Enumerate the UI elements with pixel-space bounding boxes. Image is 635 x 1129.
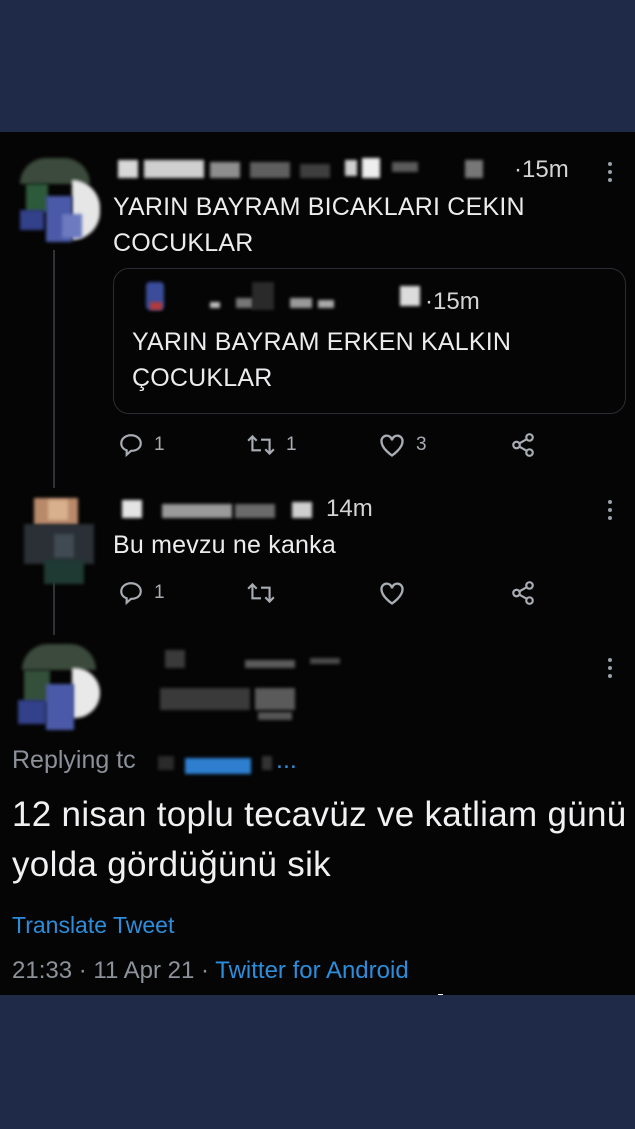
- more-icon[interactable]: [608, 658, 612, 682]
- reply-count: 1: [154, 434, 165, 455]
- top-frame-band: [0, 0, 635, 132]
- quoted-tweet-time: ·15m: [425, 288, 480, 315]
- like-icon: [380, 582, 404, 605]
- reply-button[interactable]: 1: [118, 580, 165, 606]
- avatar[interactable]: [10, 640, 104, 736]
- retweet-button[interactable]: [246, 580, 276, 606]
- reply-icon: [120, 582, 142, 606]
- avatar[interactable]: [12, 154, 102, 246]
- main-tweet-text: 12 nisan toplu tecavüz ve katliam günü y…: [12, 795, 627, 884]
- retweet-count: 1: [286, 434, 297, 455]
- more-icon[interactable]: [608, 162, 612, 186]
- tweet-source-link[interactable]: Twitter for Android: [215, 957, 408, 984]
- retweet-icon: [247, 434, 275, 456]
- share-button[interactable]: [510, 580, 536, 606]
- share-icon: [512, 581, 534, 605]
- bottom-frame-band: [0, 995, 635, 1129]
- replying-to-tail: ...: [276, 746, 297, 774]
- retweet-button[interactable]: 1: [246, 432, 297, 458]
- reply-icon: [120, 434, 142, 458]
- translate-tweet-link[interactable]: Translate Tweet: [12, 912, 174, 939]
- tweet-time: 14m: [326, 495, 373, 522]
- reply-count: 1: [154, 582, 165, 603]
- like-button[interactable]: 3: [378, 432, 427, 458]
- retweet-icon: [247, 582, 275, 604]
- tweet-timestamp: 21:33 · 11 Apr 21 ·: [12, 957, 216, 984]
- reply-button[interactable]: 1: [118, 432, 165, 458]
- tweet-time: ·15m: [514, 156, 569, 183]
- quoted-tweet-text: YARIN BAYRAM ERKEN KALKIN ÇOCUKLAR: [132, 328, 512, 392]
- thread-connector-line: [53, 250, 55, 488]
- tweet-screen: ·15m YARIN BAYRAM BICAKLARI CEKIN COCUKL…: [0, 132, 635, 995]
- tweet-metadata: 21:33 · 11 Apr 21 · Twitter for Android: [12, 957, 409, 985]
- like-count: 3: [416, 434, 427, 455]
- share-button[interactable]: [510, 432, 536, 458]
- like-icon: [380, 434, 404, 457]
- replying-to-line: Replying tc: [12, 746, 136, 775]
- replying-to-label: Replying tc: [12, 746, 136, 774]
- like-button[interactable]: [378, 580, 406, 606]
- more-icon[interactable]: [608, 500, 612, 524]
- share-icon: [512, 433, 534, 457]
- tweet-text: YARIN BAYRAM BICAKLARI CEKIN COCUKLAR: [113, 193, 525, 257]
- avatar[interactable]: [14, 494, 98, 586]
- tweet-text: Bu mevzu ne kanka: [113, 531, 336, 559]
